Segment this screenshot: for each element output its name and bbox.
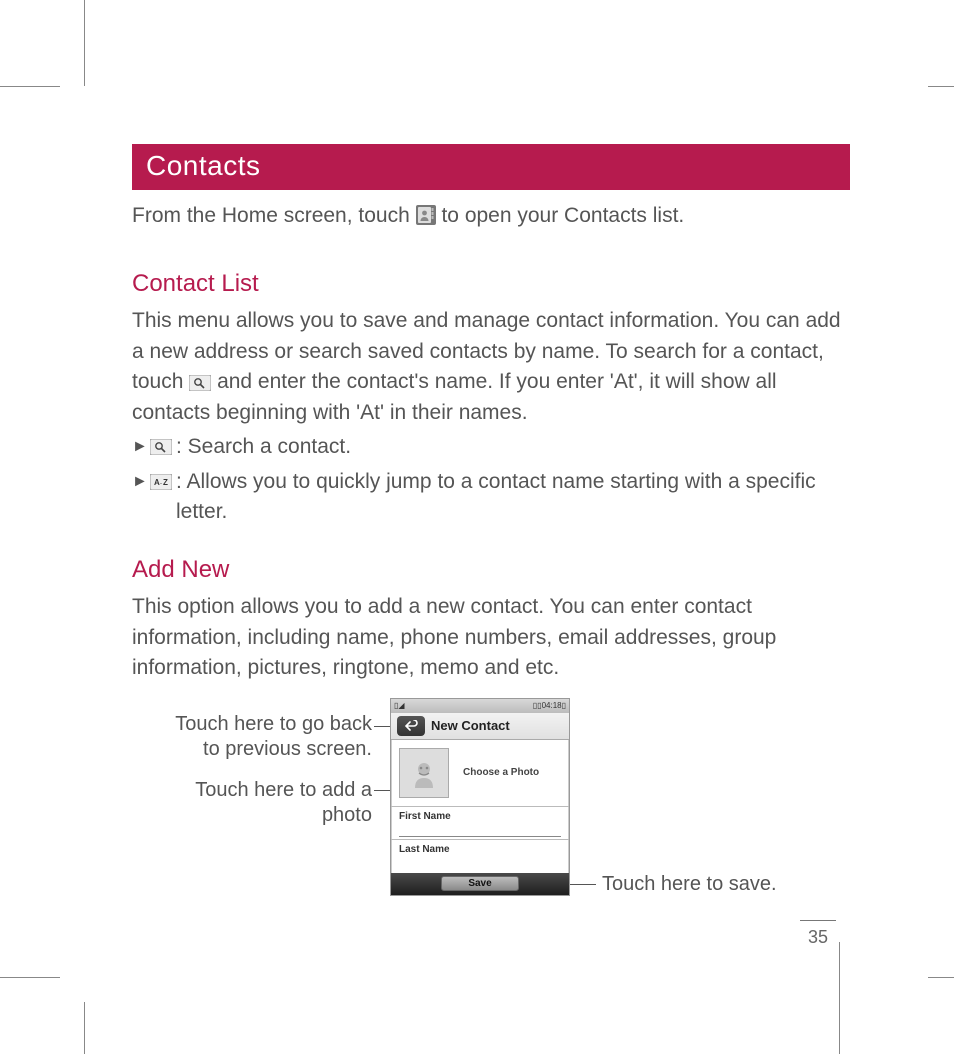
bullet-az: ► A - Z : Allows you to quickly jump to … (132, 467, 850, 526)
page-number: 35 (800, 927, 836, 948)
search-icon (189, 375, 211, 391)
phone-first-name-label: First Name (399, 811, 561, 822)
callout-photo-line2: photo (132, 803, 372, 828)
phone-status-left: ▯◢ (394, 701, 405, 710)
phone-last-name-field[interactable]: Last Name (391, 839, 569, 857)
contact-list-body: This menu allows you to save and manage … (132, 306, 850, 428)
section-title-text: Contacts (146, 150, 261, 181)
phone-illustration-area: Touch here to go back to previous screen… (132, 694, 850, 904)
callout-photo: Touch here to add a photo (132, 778, 372, 828)
svg-text:-: - (160, 481, 162, 487)
intro-text-after: to open your Contacts list. (441, 204, 684, 227)
intro-paragraph: From the Home screen, touch to open your… (132, 202, 850, 230)
callout-save-text: Touch here to save. (602, 873, 777, 895)
contact-list-body-after: and enter the contact's name. If you ent… (132, 370, 777, 423)
phone-choose-photo-label[interactable]: Choose a Photo (463, 767, 539, 778)
callout-back-line1: Touch here to go back (132, 712, 372, 737)
page-content: Contacts From the Home screen, touch to … (132, 144, 850, 904)
contact-list-heading: Contact List (132, 270, 850, 298)
phone-back-button[interactable] (397, 716, 425, 736)
search-icon (150, 432, 176, 463)
bullet-search: ► : Search a contact. (132, 432, 850, 463)
add-new-heading: Add New (132, 556, 850, 584)
phone-save-button-label: Save (468, 878, 491, 889)
phone-photo-placeholder[interactable] (399, 748, 449, 798)
callout-back-line2: to previous screen. (132, 737, 372, 762)
phone-first-name-input[interactable] (399, 824, 561, 837)
intro-text-before: From the Home screen, touch (132, 204, 410, 227)
page-number-rule (800, 920, 836, 921)
callout-back: Touch here to go back to previous screen… (132, 712, 372, 762)
phone-header: New Contact (391, 713, 569, 740)
bullet-arrow-icon: ► (132, 432, 150, 458)
bullet-az-text: : Allows you to quickly jump to a contac… (176, 467, 850, 526)
phone-first-name-field[interactable]: First Name (391, 806, 569, 839)
phone-status-bar: ▯◢ ▯▯04:18▯ (391, 699, 569, 713)
section-title-bar: Contacts (132, 144, 850, 190)
svg-text:Z: Z (163, 478, 168, 487)
callout-photo-line1: Touch here to add a (132, 778, 372, 803)
phone-save-button[interactable]: Save (441, 876, 518, 891)
phone-status-right: ▯▯04:18▯ (533, 701, 566, 710)
contacts-app-icon (416, 205, 436, 225)
az-jump-icon: A - Z (150, 467, 176, 498)
phone-last-name-label: Last Name (399, 844, 561, 855)
phone-photo-row: Choose a Photo (391, 740, 569, 806)
bullet-arrow-icon: ► (132, 467, 150, 493)
page-number-block: 35 (800, 920, 836, 948)
phone-save-bar: Save (391, 873, 569, 895)
phone-mock: ▯◢ ▯▯04:18▯ New Contact (390, 698, 570, 896)
add-new-body: This option allows you to add a new cont… (132, 592, 850, 683)
phone-header-title: New Contact (431, 718, 510, 733)
callout-save-connector (570, 884, 596, 885)
bullet-search-text: : Search a contact. (176, 432, 850, 461)
callout-save: Touch here to save. (602, 872, 842, 897)
